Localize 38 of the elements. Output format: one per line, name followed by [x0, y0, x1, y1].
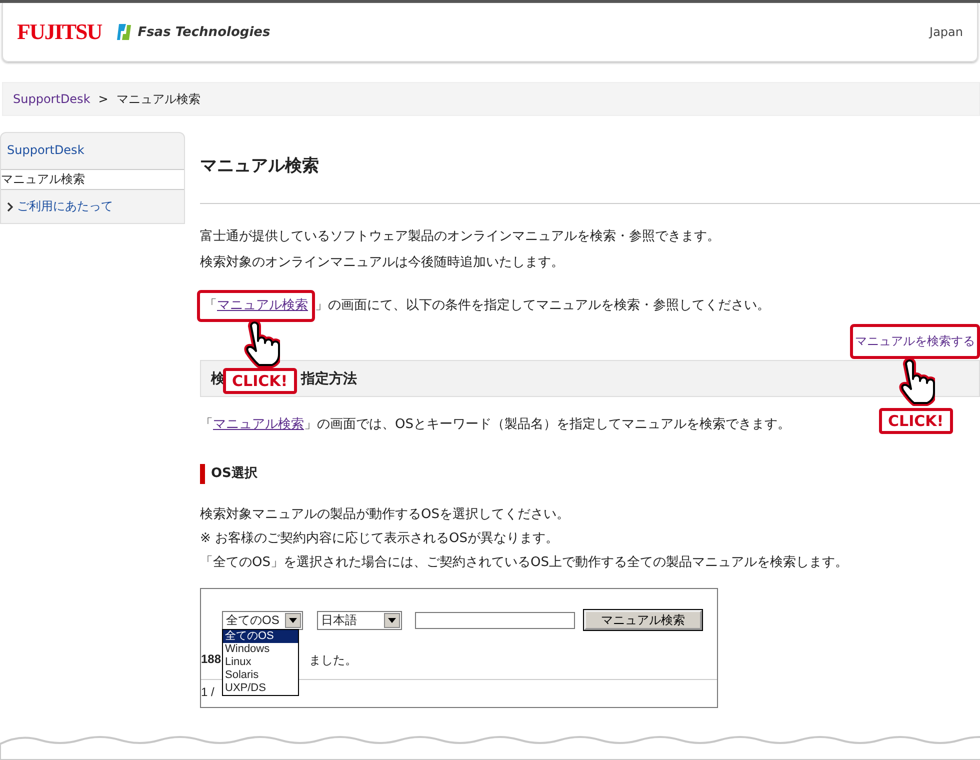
os-option[interactable]: Solaris	[223, 669, 298, 682]
os-option[interactable]: 全てのOS	[223, 630, 298, 643]
click-label: CLICK!	[223, 368, 297, 394]
search-manual-link[interactable]: マニュアルを検索する	[855, 334, 975, 348]
manual-search-link[interactable]: マニュアル検索	[213, 417, 304, 432]
intro-text: 富士通が提供しているソフトウェア製品のオンラインマニュアルを検索・参照できます。	[200, 228, 721, 246]
os-option[interactable]: UXP/DS	[223, 682, 298, 695]
click-label: CLICK!	[879, 408, 953, 434]
os-select[interactable]: 全てのOS	[222, 610, 303, 630]
body-text: ※ お客様のご契約内容に応じて表示されるOSが異なります。	[200, 530, 560, 548]
instruction-text: 「マニュアル検索 」の画面にて、以下の条件を指定してマニュアルを検索・参照してください。	[200, 290, 980, 322]
page-title: マニュアル検索	[200, 155, 320, 177]
breadcrumb-current: マニュアル検索	[116, 90, 200, 108]
region-link[interactable]: Japan	[930, 25, 963, 39]
brand-logo-icon	[116, 22, 132, 42]
language-select[interactable]: 日本語	[317, 610, 402, 630]
body-text: 検索対象マニュアルの製品が動作するOSを選択してください。	[200, 506, 570, 524]
section-heading: 指定方法	[301, 370, 357, 388]
result-count: 188	[201, 652, 222, 668]
keyword-field[interactable]	[415, 612, 575, 628]
manual-search-link[interactable]: マニュアル検索	[217, 298, 308, 313]
result-text: ました。	[309, 652, 358, 669]
sidebar-current-item: マニュアル検索	[1, 170, 184, 190]
intro-text: 検索対象のオンラインマニュアルは今後随時追加いたします。	[200, 254, 565, 272]
highlight-frame: 「マニュアル検索	[197, 290, 315, 322]
subsection-heading: OS選択	[200, 464, 980, 484]
manual-search-button[interactable]: マニュアル検索	[584, 610, 702, 630]
chevron-icon	[7, 202, 13, 212]
os-option[interactable]: Linux	[223, 656, 298, 669]
section-text: 「マニュアル検索」の画面では、OSとキーワード（製品名）を指定してマニュアルを検索できます。	[200, 416, 790, 434]
sidebar-item[interactable]: ご利用にあたって	[1, 190, 184, 223]
breadcrumb-link[interactable]: SupportDesk	[13, 92, 90, 106]
body-text: 「全てのOS」を選択された場合には、ご契約されているOS上で動作する全ての製品マニュアルを検索します。	[200, 554, 849, 572]
fujitsu-logo[interactable]: FUJITSU	[17, 19, 102, 45]
os-option[interactable]: Windows	[223, 643, 298, 656]
brand-name: Fsas Technologies	[138, 24, 270, 40]
page-indicator: 1 /	[201, 685, 214, 699]
breadcrumb-separator: >	[98, 92, 108, 106]
